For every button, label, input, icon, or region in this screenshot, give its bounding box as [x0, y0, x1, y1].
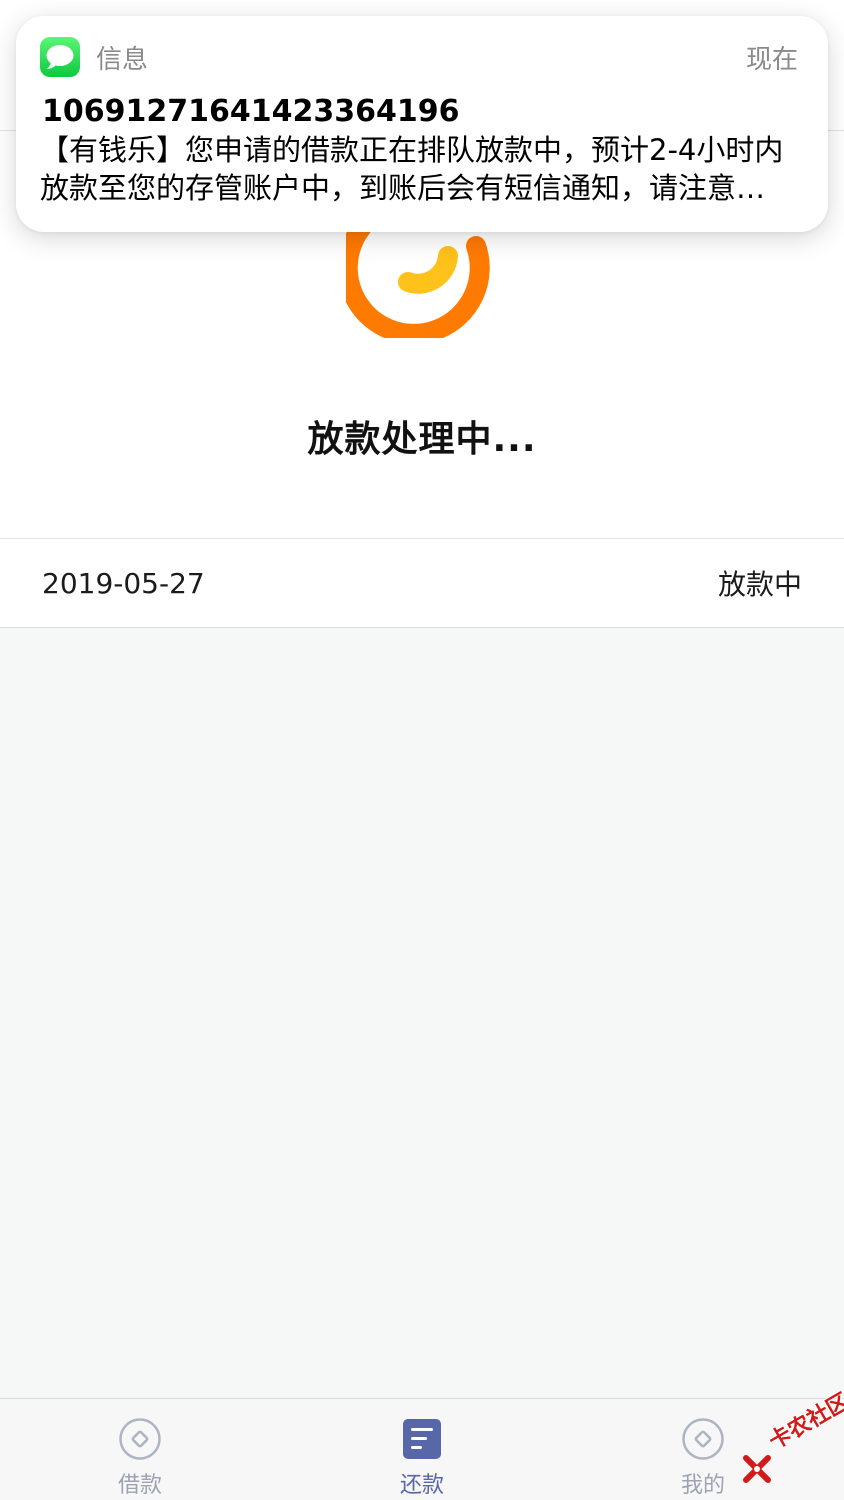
- tab-borrow[interactable]: 借款: [60, 1399, 220, 1500]
- bottom-tab-bar: 借款 还款 我的: [0, 1398, 844, 1500]
- tab-mine-label: 我的: [680, 1473, 725, 1498]
- notification-time: 现在: [745, 44, 798, 75]
- sms-notification-banner[interactable]: 信息 现在 106912716414233641‌96 【有钱乐】您申请的借款正…: [16, 16, 828, 232]
- tab-repay[interactable]: 还款: [342, 1399, 502, 1500]
- loan-status-title: 放款处理中...: [307, 419, 537, 460]
- document-list-icon: [400, 1417, 444, 1461]
- app-screen: 放款处理中... 2019-05-27 放款中 信息 现在 1069127164…: [0, 0, 844, 1500]
- notification-sender: 106912716414233641‌96: [42, 94, 460, 129]
- circle-coin-icon: [681, 1417, 725, 1461]
- messages-app-icon: [40, 37, 80, 77]
- record-status: 放款中: [717, 568, 802, 601]
- watermark-text: 卡农社区: [765, 1389, 844, 1455]
- tab-repay-label: 还款: [399, 1473, 444, 1498]
- circle-coin-icon: [118, 1417, 162, 1461]
- loan-record-row[interactable]: 2019-05-27 放款中: [0, 538, 844, 628]
- notification-app-name: 信息: [96, 44, 149, 75]
- watermark: 卡农社区: [740, 1389, 844, 1496]
- notification-header: 信息 现在: [40, 36, 798, 78]
- record-date: 2019-05-27: [42, 566, 205, 600]
- notification-body: 【有钱乐】您申请的借款正在排队放款中，预计2-4小时内放款至您的存管账户中，到账…: [40, 133, 784, 205]
- tab-borrow-label: 借款: [117, 1473, 162, 1498]
- watermark-logo-icon: [743, 1455, 771, 1483]
